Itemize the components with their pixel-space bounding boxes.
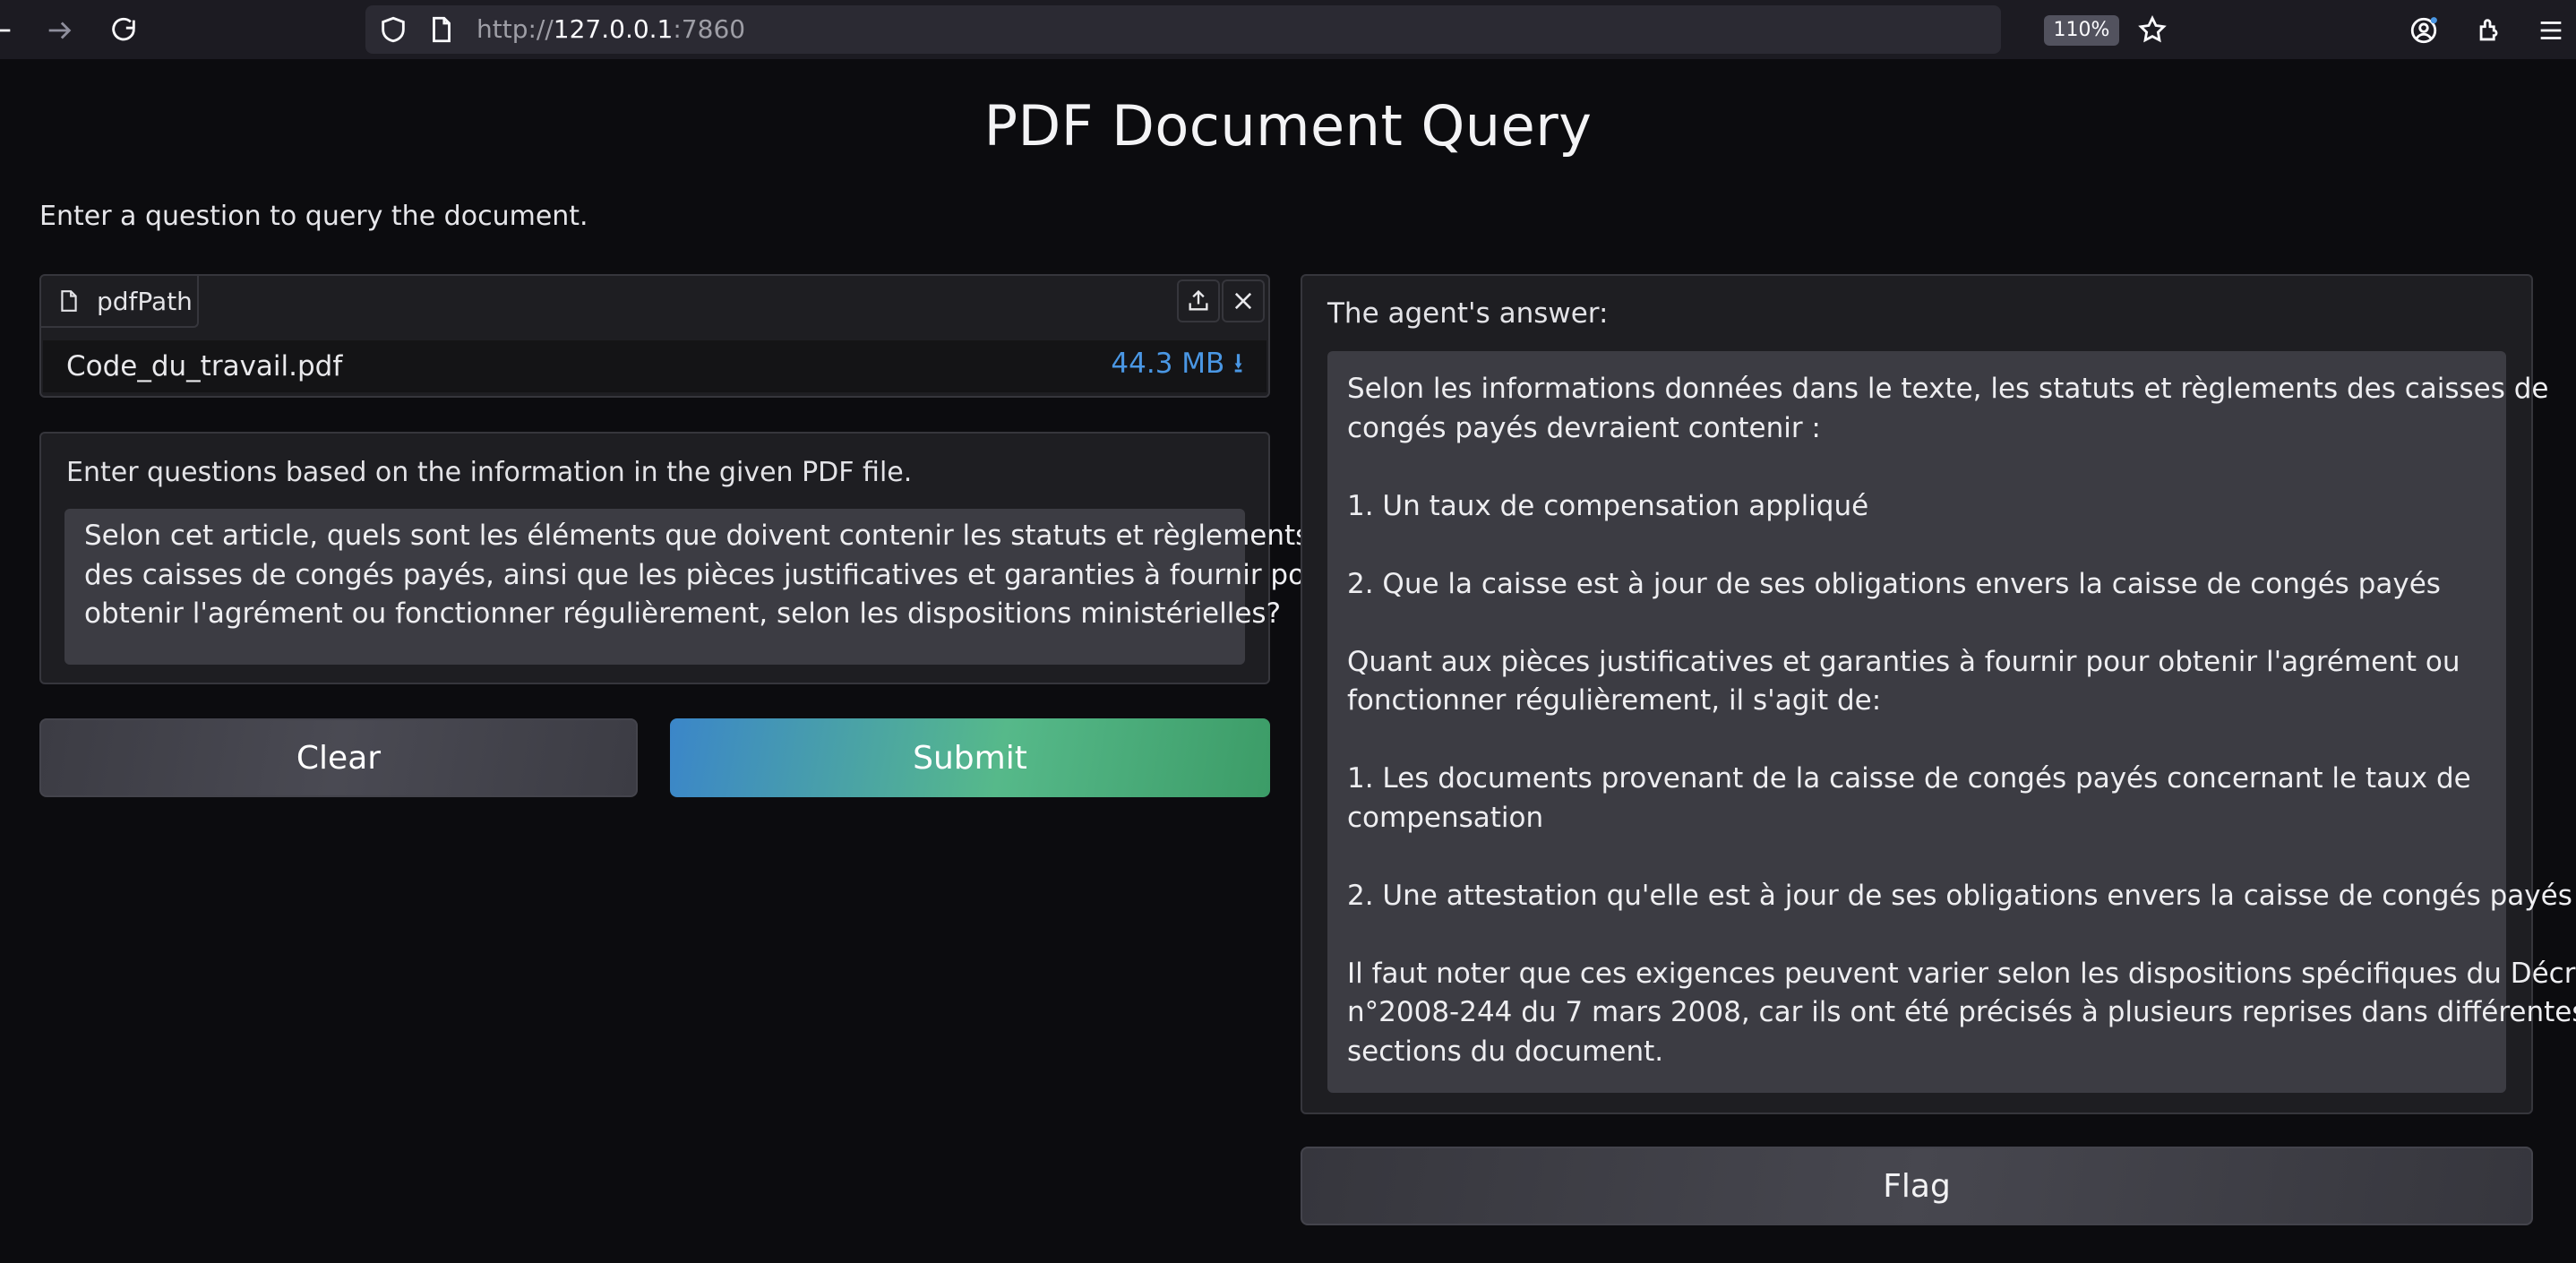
answer-line: Il faut noter que ces exigences peuvent … bbox=[1347, 957, 2576, 990]
upload-icon bbox=[1189, 289, 1208, 311]
question-panel: Enter questions based on the information… bbox=[39, 432, 1335, 684]
answer-line: 2. Que la caisse est à jour de ses oblig… bbox=[1347, 567, 2441, 600]
url-scheme: http:// bbox=[477, 14, 554, 44]
answer-line: Selon les informations données dans le t… bbox=[1347, 373, 2549, 405]
answer-line: fonctionner régulièrement, il s'agit de: bbox=[1347, 684, 1882, 717]
upload-button[interactable] bbox=[1177, 279, 1220, 322]
question-label: Enter questions based on the information… bbox=[66, 457, 913, 488]
bookmark-star-icon[interactable] bbox=[2137, 14, 2168, 45]
file-input-label: pdfPath bbox=[41, 276, 199, 328]
answer-textbox[interactable]: Selon les informations données dans le t… bbox=[1327, 351, 2576, 1093]
answer-line bbox=[1347, 525, 2486, 564]
flag-button[interactable]: Flag bbox=[1301, 1147, 2533, 1225]
browser-toolbar: http://127.0.0.1:7860 110% bbox=[0, 0, 2576, 59]
answer-line: 1. Les documents provenant de la caisse … bbox=[1347, 762, 2471, 795]
answer-line bbox=[1347, 915, 2486, 954]
close-icon bbox=[1234, 292, 1252, 310]
url-port: :7860 bbox=[673, 14, 746, 44]
extensions-icon[interactable] bbox=[2470, 11, 2510, 50]
answer-line: sections du document. bbox=[1347, 1035, 1664, 1068]
question-line: Selon cet article, quels sont les élémen… bbox=[84, 520, 1310, 552]
reload-icon[interactable] bbox=[104, 11, 143, 50]
file-download-link[interactable]: 44.3 MB ⭳ bbox=[1111, 343, 1243, 391]
answer-line: congés payés devraient contenir : bbox=[1347, 411, 1821, 444]
answer-label: The agent's answer: bbox=[1327, 297, 1609, 330]
answer-line: 1. Un taux de compensation appliqué bbox=[1347, 489, 1869, 522]
page-title: PDF Document Query bbox=[983, 93, 1593, 159]
answer-line: Quant aux pièces justificatives et garan… bbox=[1347, 645, 2460, 678]
page-description: Enter a question to query the document. bbox=[39, 201, 588, 232]
menu-icon[interactable] bbox=[2531, 11, 2571, 50]
question-textarea[interactable]: Selon cet article, quels sont les élémen… bbox=[64, 509, 1335, 665]
clear-file-button[interactable] bbox=[1222, 279, 1265, 322]
answer-line: compensation bbox=[1347, 801, 1544, 834]
file-input-label-text: pdfPath bbox=[97, 286, 193, 316]
shield-icon[interactable] bbox=[378, 14, 408, 45]
page-info-icon[interactable] bbox=[426, 14, 457, 45]
answer-line: n°2008-244 du 7 mars 2008, car ils ont é… bbox=[1347, 996, 2576, 1028]
uploaded-file-row[interactable]: Code_du_travail.pdf 44.3 MB ⭳ bbox=[43, 340, 1267, 392]
answer-panel: The agent's answer: Selon les informatio… bbox=[1301, 274, 2576, 1114]
answer-line bbox=[1347, 603, 2486, 642]
clear-button[interactable]: Clear bbox=[39, 718, 638, 797]
question-line: des caisses de congés payés, ainsi que l… bbox=[84, 558, 1335, 591]
account-icon[interactable] bbox=[2404, 11, 2443, 50]
answer-line bbox=[1347, 720, 2486, 760]
answer-line bbox=[1347, 837, 2486, 876]
url-text[interactable]: http://127.0.0.1:7860 bbox=[477, 5, 745, 54]
zoom-level-badge[interactable]: 110% bbox=[2044, 15, 2119, 46]
file-icon bbox=[61, 290, 77, 312]
question-line: obtenir l'agrément ou fonctionner réguli… bbox=[84, 597, 1282, 630]
url-host: 127.0.0.1 bbox=[553, 14, 674, 44]
submit-button[interactable]: Submit bbox=[670, 718, 1270, 797]
file-name: Code_du_travail.pdf bbox=[66, 350, 343, 382]
answer-line: 2. Une attestation qu'elle est à jour de… bbox=[1347, 879, 2572, 912]
file-upload-panel: pdfPath Code_du_travail.pdf 44.3 MB ⭳ bbox=[39, 274, 1270, 398]
forward-icon[interactable] bbox=[39, 11, 79, 50]
answer-line bbox=[1347, 447, 2486, 486]
url-bar[interactable]: http://127.0.0.1:7860 110% bbox=[365, 5, 2167, 54]
back-icon[interactable] bbox=[0, 11, 20, 50]
